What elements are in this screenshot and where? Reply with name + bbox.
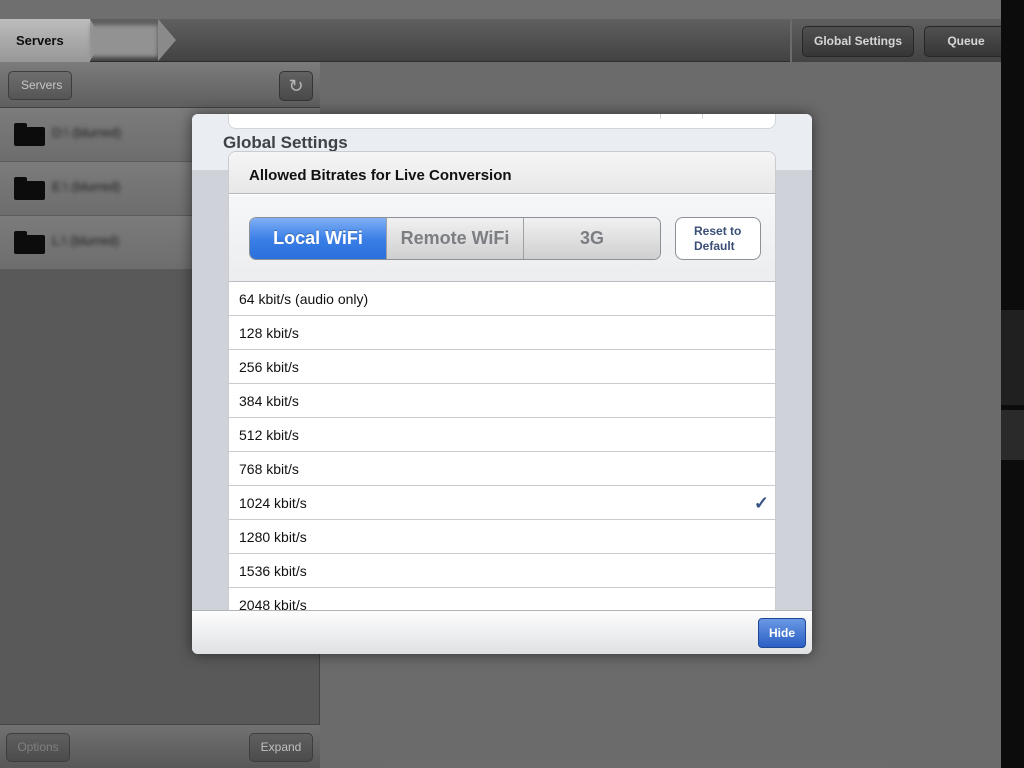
dialog-content: Global Settings Allowed Bitrates for Liv… bbox=[192, 114, 812, 610]
bitrate-row[interactable]: 384 kbit/s bbox=[229, 384, 775, 418]
right-edge bbox=[1001, 0, 1024, 768]
bitrates-card: Allowed Bitrates for Live Conversion Loc… bbox=[228, 151, 776, 610]
bitrate-label: 2048 kbit/s bbox=[239, 597, 307, 610]
bitrate-row[interactable]: 1536 kbit/s bbox=[229, 554, 775, 588]
bitrate-row[interactable]: 2048 kbit/s bbox=[229, 588, 775, 610]
network-selector-area: Local WiFi Remote WiFi 3G Reset to Defau… bbox=[229, 195, 775, 282]
bitrate-row[interactable]: 512 kbit/s bbox=[229, 418, 775, 452]
hide-button[interactable]: Hide bbox=[758, 618, 806, 648]
segment-remote-wifi[interactable]: Remote WiFi bbox=[386, 218, 523, 259]
bitrate-row[interactable]: 128 kbit/s bbox=[229, 316, 775, 350]
bitrate-row[interactable]: 768 kbit/s bbox=[229, 452, 775, 486]
dialog-title: Global Settings bbox=[223, 133, 348, 152]
global-settings-dialog: Global Settings Allowed Bitrates for Liv… bbox=[192, 114, 812, 654]
bitrate-label: 1024 kbit/s bbox=[239, 495, 307, 511]
checkmark-icon: ✓ bbox=[753, 493, 769, 513]
segment-3g[interactable]: 3G bbox=[523, 218, 660, 259]
segment-local-wifi[interactable]: Local WiFi bbox=[250, 218, 386, 259]
bitrate-label: 1536 kbit/s bbox=[239, 563, 307, 579]
bitrate-row[interactable]: 64 kbit/s (audio only) bbox=[229, 282, 775, 316]
bitrate-label: 768 kbit/s bbox=[239, 461, 299, 477]
bitrate-row[interactable]: 256 kbit/s bbox=[229, 350, 775, 384]
dialog-footer: Hide bbox=[192, 610, 812, 654]
network-segmented-control: Local WiFi Remote WiFi 3G bbox=[249, 217, 661, 260]
hide-label: Hide bbox=[768, 626, 795, 640]
previous-section-card bbox=[228, 114, 776, 129]
reset-to-default-button[interactable]: Reset to Default bbox=[675, 217, 761, 260]
bitrate-label: 384 kbit/s bbox=[239, 393, 299, 409]
bitrate-label: 128 kbit/s bbox=[239, 325, 299, 341]
bitrate-row[interactable]: 1024 kbit/s ✓ bbox=[229, 486, 775, 520]
bitrate-label: 64 kbit/s (audio only) bbox=[239, 291, 369, 307]
bitrate-list: 64 kbit/s (audio only) 128 kbit/s 256 kb… bbox=[229, 282, 775, 610]
bitrate-label: 1280 kbit/s bbox=[239, 529, 307, 545]
bitrate-row[interactable]: 1280 kbit/s bbox=[229, 520, 775, 554]
bitrates-card-title: Allowed Bitrates for Live Conversion bbox=[249, 167, 512, 184]
bitrates-card-header: Allowed Bitrates for Live Conversion bbox=[229, 152, 775, 194]
bitrate-label: 256 kbit/s bbox=[239, 359, 299, 375]
bitrate-label: 512 kbit/s bbox=[239, 427, 299, 443]
